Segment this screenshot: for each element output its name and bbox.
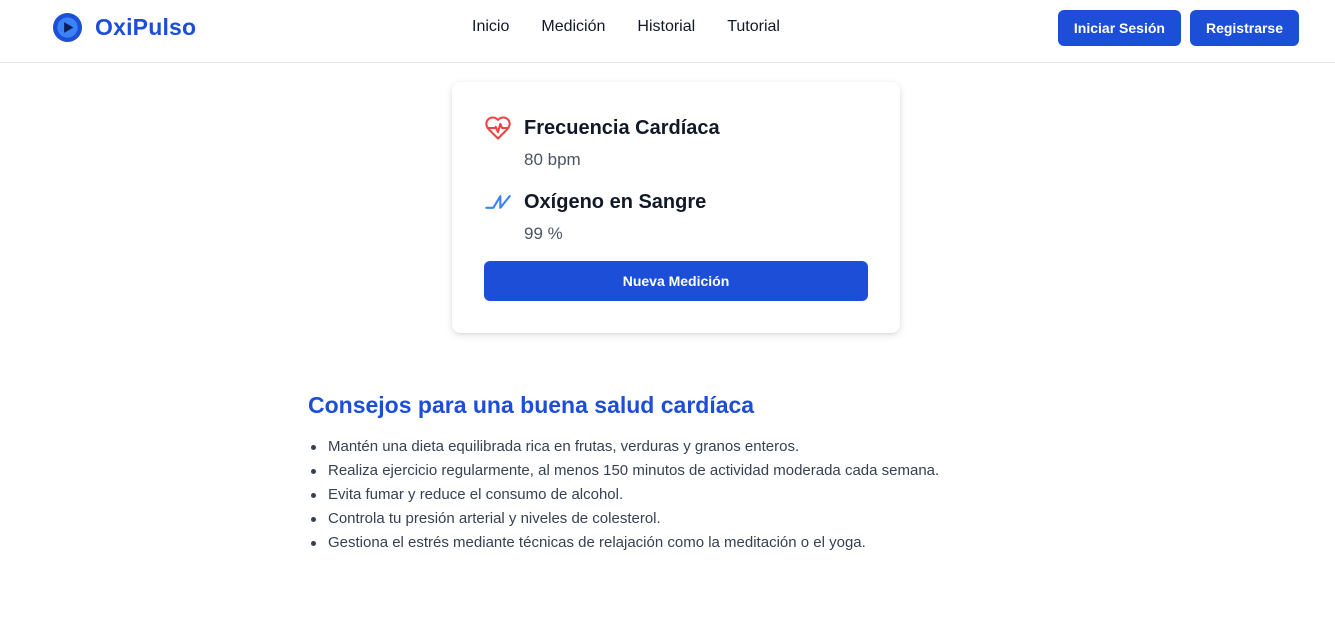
heart-rate-value: 80 bpm bbox=[524, 150, 581, 169]
register-button[interactable]: Registrarse bbox=[1189, 10, 1299, 46]
heart-pulse-icon bbox=[485, 116, 511, 140]
auth-buttons: Iniciar Sesión Registrarse bbox=[1057, 10, 1299, 46]
measurement-card: Frecuencia Cardíaca 80 bpm Oxígeno en Sa… bbox=[452, 82, 900, 333]
new-measurement-button[interactable]: Nueva Medición bbox=[484, 261, 868, 301]
tips-list: Mantén una dieta equilibrada rica en fru… bbox=[308, 435, 1028, 555]
top-navbar: OxiPulso Inicio Medición Historial Tutor… bbox=[0, 0, 1335, 63]
nav-item-tutorial[interactable]: Tutorial bbox=[727, 18, 780, 36]
login-button[interactable]: Iniciar Sesión bbox=[1057, 10, 1181, 46]
main-nav: Inicio Medición Historial Tutorial bbox=[472, 18, 780, 36]
list-item: Realiza ejercicio regularmente, al menos… bbox=[308, 459, 1028, 483]
oxygen-value: 99 % bbox=[524, 224, 563, 243]
nav-item-inicio[interactable]: Inicio bbox=[472, 18, 509, 36]
nav-item-historial[interactable]: Historial bbox=[637, 18, 695, 36]
activity-icon bbox=[485, 195, 511, 209]
oxygen-title: Oxígeno en Sangre bbox=[524, 190, 707, 213]
heart-rate-metric: Frecuencia Cardíaca 80 bpm bbox=[484, 114, 720, 170]
heart-rate-title: Frecuencia Cardíaca bbox=[524, 116, 720, 139]
list-item: Controla tu presión arterial y niveles d… bbox=[308, 507, 1028, 531]
brand-name: OxiPulso bbox=[95, 14, 197, 40]
oxygen-metric: Oxígeno en Sangre 99 % bbox=[484, 188, 706, 244]
list-item: Mantén una dieta equilibrada rica en fru… bbox=[308, 435, 1028, 459]
list-item: Gestiona el estrés mediante técnicas de … bbox=[308, 531, 1028, 555]
play-circle-icon bbox=[52, 12, 83, 43]
list-item: Evita fumar y reduce el consumo de alcoh… bbox=[308, 483, 1028, 507]
nav-item-medicion[interactable]: Medición bbox=[541, 18, 605, 36]
heart-health-tips: Consejos para una buena salud cardíaca M… bbox=[308, 392, 1028, 555]
tips-title: Consejos para una buena salud cardíaca bbox=[308, 392, 755, 418]
brand-link[interactable]: OxiPulso bbox=[52, 12, 196, 43]
